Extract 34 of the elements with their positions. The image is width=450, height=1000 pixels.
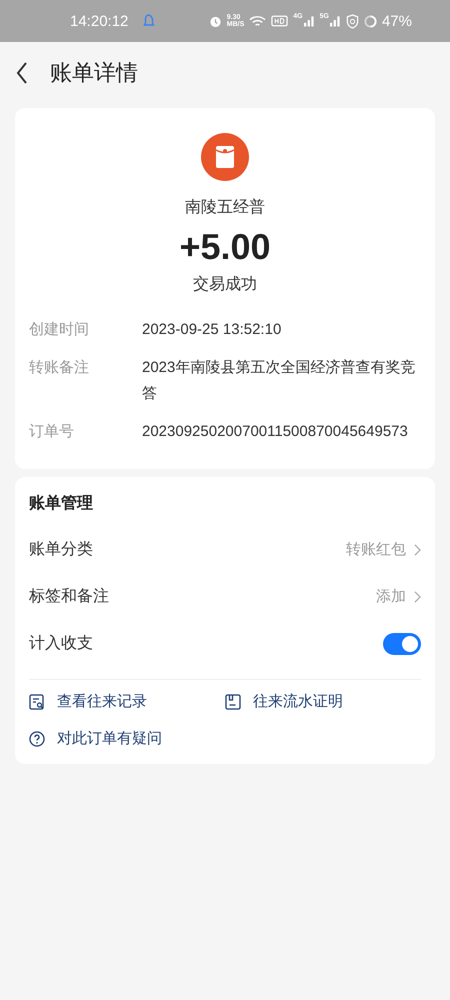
section-title: 账单管理 <box>29 494 94 514</box>
action-link[interactable]: 对此订单有疑问 <box>29 729 162 748</box>
action-link[interactable]: 查看往来记录 <box>29 692 147 711</box>
document-icon <box>225 694 241 710</box>
action-link[interactable]: 往来流水证明 <box>225 692 343 711</box>
clock-time: 14:20:12 <box>70 12 128 30</box>
chevron-icon <box>414 590 421 602</box>
shield-icon <box>346 14 359 28</box>
row-label: 计入收支 <box>29 634 93 654</box>
payee-name: 南陵五经普 <box>185 197 265 218</box>
bell-icon <box>143 14 156 28</box>
chevron-icon <box>414 544 421 556</box>
detail-value: 2023年南陵县第五次全国经济普查有奖竞答 <box>142 358 416 404</box>
detail-label: 创建时间 <box>29 320 90 340</box>
alarm-icon <box>208 14 222 28</box>
envelope-icon <box>201 133 249 181</box>
toggle-switch[interactable] <box>383 632 421 654</box>
battery-level: 47% <box>382 12 412 30</box>
detail-label: 转账备注 <box>29 358 90 378</box>
amount-text: +5.00 <box>179 226 271 268</box>
detail-value: 20230925020070011500870045649573 <box>142 422 409 442</box>
detail-label: 订单号 <box>29 422 75 442</box>
page-title: 账单详情 <box>50 59 138 87</box>
status-text: 交易成功 <box>193 274 257 295</box>
signal-icon <box>304 15 315 27</box>
help-icon <box>29 730 45 746</box>
battery-icon <box>364 14 377 28</box>
wifi-icon <box>249 14 266 28</box>
row-label: 标签和备注 <box>29 586 109 607</box>
document-search-icon <box>29 694 45 710</box>
detail-value: 2023-09-25 13:52:10 <box>142 320 282 340</box>
signal-icon <box>330 15 341 27</box>
hd-icon <box>271 15 288 27</box>
row-label: 账单分类 <box>29 540 93 560</box>
